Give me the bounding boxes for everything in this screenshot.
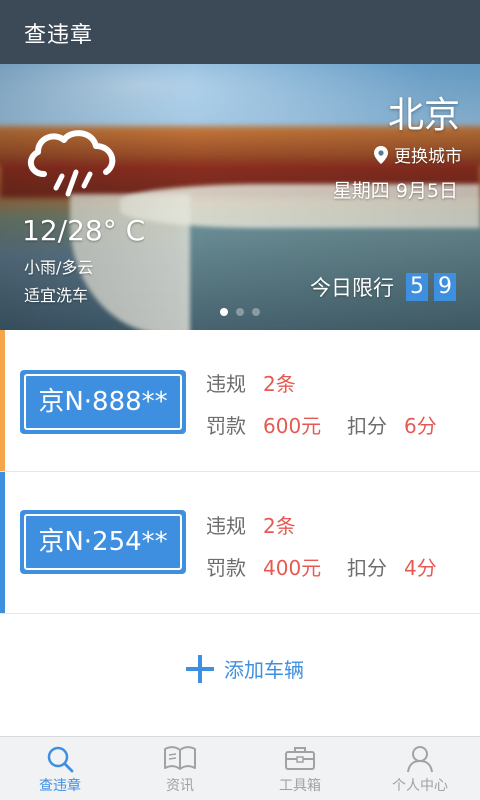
- fine-value: 400元: [263, 556, 322, 580]
- change-city-button[interactable]: 更换城市: [374, 142, 462, 167]
- vehicle-card-accent: [0, 472, 5, 613]
- carousel-dot[interactable]: [252, 308, 260, 316]
- traffic-limit-number: 9: [434, 273, 456, 301]
- location-pin-icon: [374, 145, 388, 164]
- rain-cloud-icon: [27, 130, 116, 197]
- license-plate: 京N·254**: [20, 510, 186, 574]
- license-plate: 京N·888**: [20, 370, 186, 434]
- tab-violations[interactable]: 查违章: [0, 737, 120, 800]
- tab-label: 查违章: [39, 778, 81, 794]
- user-icon: [407, 746, 433, 773]
- traffic-limit: 今日限行 5 9: [310, 272, 456, 302]
- violations-value: 2条: [263, 514, 296, 538]
- vehicle-card[interactable]: 京N·888** 违规 2条 罚款 600元 扣分 6分: [0, 330, 480, 472]
- traffic-limit-number: 5: [406, 273, 428, 301]
- page-title: 查违章: [24, 23, 94, 48]
- change-city-label: 更换城市: [394, 147, 462, 167]
- book-icon: [164, 746, 196, 770]
- tab-label: 工具箱: [279, 778, 321, 794]
- license-plate-number: 京N·254**: [24, 514, 182, 570]
- bottom-tab-bar: 查违章 资讯 工具箱 个人中心: [0, 736, 480, 800]
- tab-label: 个人中心: [392, 778, 448, 794]
- weather-description: 小雨/多云: [24, 258, 94, 277]
- temperature: 12/28° C: [22, 214, 146, 247]
- vehicle-card[interactable]: 京N·254** 违规 2条 罚款 400元 扣分 4分: [0, 472, 480, 614]
- current-date: 星期四 9月5日: [332, 180, 458, 202]
- vehicle-card-accent: [0, 330, 5, 471]
- points-label: 扣分: [347, 414, 387, 438]
- car-wash-suggestion: 适宜洗车: [24, 286, 89, 305]
- carousel-indicator: [220, 308, 268, 316]
- plus-icon: [186, 654, 214, 683]
- add-vehicle-button[interactable]: 添加车辆: [186, 654, 304, 683]
- fine-value: 600元: [263, 414, 322, 438]
- tab-toolbox[interactable]: 工具箱: [240, 737, 360, 800]
- tab-profile[interactable]: 个人中心: [360, 737, 480, 800]
- carousel-dot[interactable]: [236, 308, 244, 316]
- tab-news[interactable]: 资讯: [120, 737, 240, 800]
- points-label: 扣分: [347, 556, 387, 580]
- add-vehicle-label: 添加车辆: [224, 658, 304, 682]
- vehicle-list: 京N·888** 违规 2条 罚款 600元 扣分 6分 京N·254** 违规…: [0, 330, 480, 614]
- add-vehicle-area: 添加车辆: [0, 614, 480, 736]
- weather-banner[interactable]: 12/28° C 小雨/多云 适宜洗车 北京 更换城市 星期四 9月5日 今日限…: [0, 64, 480, 330]
- fine-label: 罚款: [206, 556, 246, 580]
- title-bar: 查违章: [0, 0, 480, 64]
- tab-label: 资讯: [166, 778, 194, 794]
- toolbox-icon: [285, 747, 315, 770]
- license-plate-number: 京N·888**: [24, 374, 182, 430]
- fine-label: 罚款: [206, 414, 246, 438]
- points-value: 4分: [404, 556, 437, 580]
- traffic-limit-label: 今日限行: [310, 276, 394, 300]
- city-name: 北京: [387, 95, 460, 136]
- violations-value: 2条: [263, 372, 296, 396]
- points-value: 6分: [404, 414, 437, 438]
- search-icon: [47, 746, 74, 773]
- violations-label: 违规: [206, 514, 246, 538]
- violations-label: 违规: [206, 372, 246, 396]
- carousel-dot-active[interactable]: [220, 308, 228, 316]
